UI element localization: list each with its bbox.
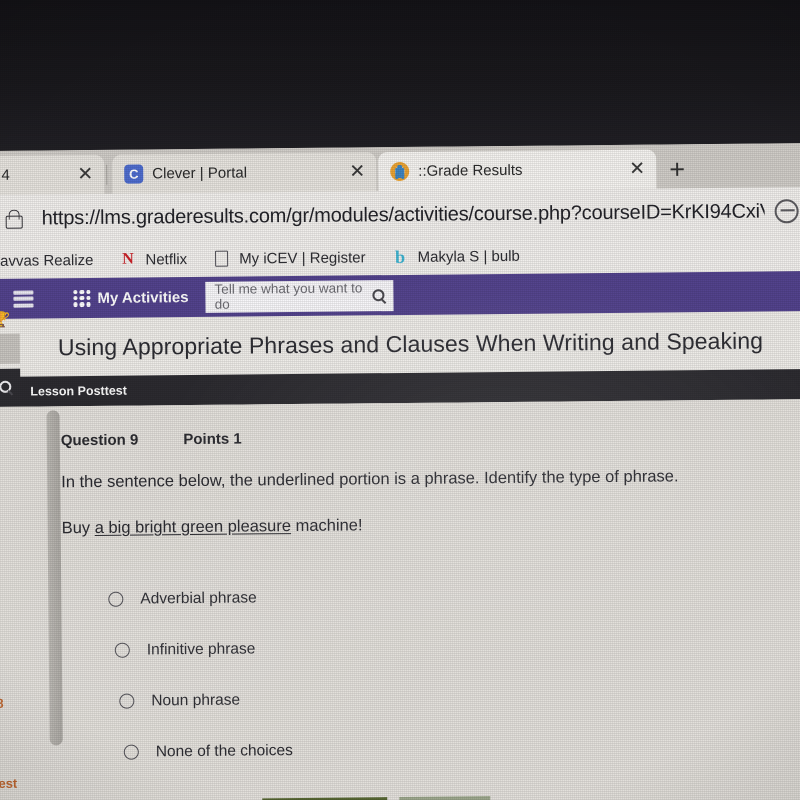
netflix-icon: N <box>122 250 134 268</box>
section-label: Lesson Posttest <box>30 383 127 399</box>
choice-label-0: Adverbial phrase <box>140 588 257 608</box>
new-tab-button[interactable]: + <box>660 154 694 184</box>
question-header: Question 9 Points 1 <box>0 425 800 450</box>
question-sentence: Buy a big bright green pleasure machine! <box>0 512 800 539</box>
bookmark-label-1: Netflix <box>145 250 188 268</box>
bookmark-savvas-realize[interactable]: Savvas Realize <box>0 246 107 275</box>
radio-icon-2[interactable] <box>119 693 135 709</box>
tab-title-1: Clever | Portal <box>152 164 248 183</box>
bookmark-makyla-bulb[interactable]: b Makyla S | bulb <box>378 242 533 271</box>
grade-results-icon <box>390 161 410 182</box>
document-icon <box>213 250 230 267</box>
hamburger-icon[interactable] <box>13 290 34 308</box>
search-placeholder: Tell me what you want to do <box>214 280 363 312</box>
answer-choices: Adverbial phrase Infinitive phrase Noun … <box>0 567 800 779</box>
lock-icon <box>5 209 22 229</box>
browser-window: ook Unit 4 ✕ C Clever | Portal ✕ ::Grade… <box>0 143 800 800</box>
sentence-underlined: a big bright green pleasure <box>94 517 292 537</box>
sentence-suffix: machine! <box>290 516 363 536</box>
tab-close-0[interactable]: ✕ <box>72 161 98 187</box>
radio-icon-0[interactable] <box>108 591 124 607</box>
bulb-icon: b <box>394 246 406 267</box>
clever-icon: C <box>124 164 144 184</box>
choice-1[interactable]: Infinitive phrase <box>109 618 800 676</box>
browser-tab-0[interactable]: ook Unit 4 ✕ <box>0 154 105 196</box>
page-content: Using Appropriate Phrases and Clauses Wh… <box>0 311 800 800</box>
choice-3[interactable]: None of the choices <box>110 720 800 778</box>
search-icon[interactable] <box>372 289 385 302</box>
question-points: Points 1 <box>183 430 242 449</box>
search-input[interactable]: Tell me what you want to do <box>205 279 394 313</box>
choice-0[interactable]: Adverbial phrase <box>108 567 800 625</box>
screen-photo: ook Unit 4 ✕ C Clever | Portal ✕ ::Grade… <box>0 0 800 800</box>
radio-icon-1[interactable] <box>114 642 130 658</box>
choice-label-2: Noun phrase <box>151 691 241 709</box>
question-panel: Question 9 Points 1 In the sentence belo… <box>0 399 800 800</box>
monitor-bezel <box>0 0 800 150</box>
choice-2[interactable]: Noun phrase <box>109 669 800 727</box>
url-input[interactable]: https://lms.graderesults.com/gr/modules/… <box>42 200 765 230</box>
app-grid-icon <box>73 289 91 307</box>
bookmark-netflix[interactable]: N Netflix <box>106 245 200 274</box>
address-bar[interactable]: https://lms.graderesults.com/gr/modules/… <box>0 187 800 243</box>
circle-minus-icon[interactable] <box>774 199 799 224</box>
question-prompt: In the sentence below, the underlined po… <box>61 467 679 492</box>
question-number: Question 9 <box>60 431 139 450</box>
tab-title-0: ook Unit 4 <box>0 166 10 185</box>
tab-separator-0 <box>106 164 108 185</box>
tab-close-2[interactable]: ✕ <box>624 156 650 182</box>
browser-tab-2[interactable]: ::Grade Results ✕ <box>378 149 657 192</box>
bookmark-label-0: Savvas Realize <box>0 251 94 270</box>
app-header-bar: My Activities Tell me what you want to d… <box>0 271 800 319</box>
complete-button[interactable]: Complete <box>399 796 492 800</box>
tab-title-2: ::Grade Results <box>418 161 523 180</box>
tab-close-1[interactable]: ✕ <box>344 159 370 185</box>
bookmark-label-2: My iCEV | Register <box>239 248 366 268</box>
page-title: Using Appropriate Phrases and Clauses Wh… <box>0 311 800 377</box>
browser-tab-1[interactable]: C Clever | Portal ✕ <box>112 152 377 194</box>
my-activities-button[interactable]: My Activities <box>73 288 189 307</box>
tab-strip: ook Unit 4 ✕ C Clever | Portal ✕ ::Grade… <box>0 143 800 196</box>
bookmark-label-3: Makyla S | bulb <box>417 247 520 266</box>
sentence-prefix: Buy <box>61 518 95 538</box>
choice-label-3: None of the choices <box>155 741 293 760</box>
my-activities-label: My Activities <box>97 288 189 307</box>
choice-label-1: Infinitive phrase <box>146 639 256 658</box>
radio-icon-3[interactable] <box>123 744 139 760</box>
bookmark-my-icev[interactable]: My iCEV | Register <box>200 243 379 273</box>
